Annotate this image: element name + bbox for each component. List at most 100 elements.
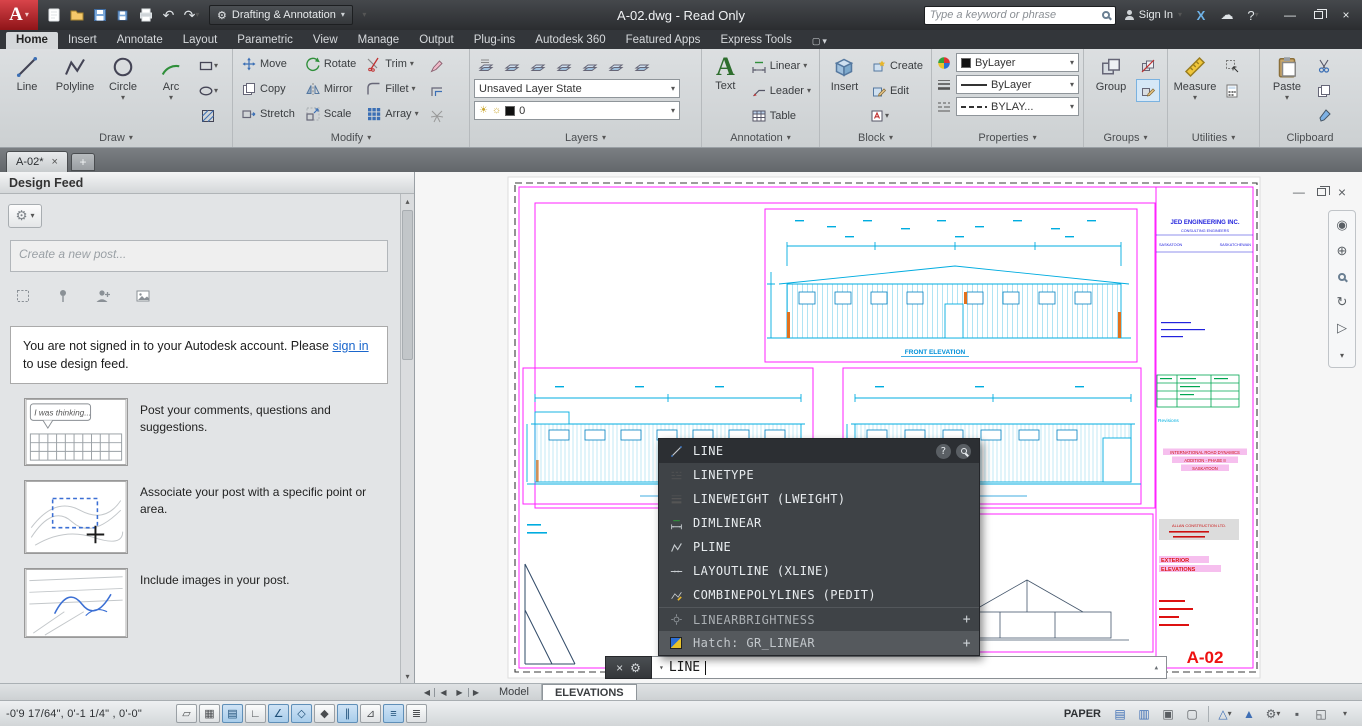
- osnap-toggle[interactable]: ◇: [291, 704, 312, 723]
- zoom-button[interactable]: [1338, 269, 1346, 284]
- drawing-area[interactable]: FRONT ELEVATION: [415, 172, 1362, 683]
- polar-toggle[interactable]: ∠: [268, 704, 289, 723]
- osnap3d-toggle[interactable]: ◆: [314, 704, 335, 723]
- marquee-tool-button[interactable]: [10, 284, 36, 308]
- restore-button[interactable]: [1304, 3, 1332, 27]
- quick-select-button[interactable]: [1220, 54, 1244, 77]
- quick-view-drawings-button[interactable]: ▢: [1181, 704, 1203, 723]
- open-button[interactable]: [65, 4, 88, 26]
- rectangle-button[interactable]: ▾: [196, 54, 220, 77]
- new-post-input[interactable]: Create a new post...: [10, 240, 388, 272]
- tab-insert[interactable]: Insert: [58, 32, 107, 49]
- feed-settings-button[interactable]: ⚙ ▾: [8, 204, 42, 228]
- annotation-visibility-button[interactable]: ▲: [1238, 704, 1260, 723]
- cut-button[interactable]: [1312, 54, 1336, 77]
- next-layout-button[interactable]: ▶: [452, 688, 467, 697]
- minimize-button[interactable]: —: [1276, 3, 1304, 27]
- block-attributes-button[interactable]: ▾: [867, 104, 891, 127]
- last-layout-button[interactable]: ▶: [468, 688, 483, 697]
- tab-featured-apps[interactable]: Featured Apps: [616, 32, 711, 49]
- signin-button[interactable]: Sign In ▾: [1120, 9, 1186, 21]
- history-up-icon[interactable]: ▴: [1154, 663, 1159, 673]
- lineweight-toggle[interactable]: ≣: [406, 704, 427, 723]
- layer-lock-button[interactable]: [604, 53, 628, 76]
- suggestion-dimlinear[interactable]: DIMLINEAR: [659, 511, 979, 535]
- panel-label-annotation[interactable]: Annotation▾: [702, 129, 819, 147]
- command-line-grip[interactable]: × ⚙: [605, 656, 652, 679]
- suggestion-hatch-gr-linear[interactable]: Hatch: GR_LINEAR +: [659, 631, 979, 655]
- help-button[interactable]: ?▾: [1242, 4, 1264, 26]
- new-button[interactable]: [42, 4, 65, 26]
- signin-link[interactable]: sign in: [332, 339, 368, 353]
- scroll-up-icon[interactable]: ▴: [401, 194, 414, 208]
- ducs-toggle[interactable]: ⊿: [360, 704, 381, 723]
- tab-annotate[interactable]: Annotate: [107, 32, 173, 49]
- expand-icon[interactable]: +: [963, 636, 971, 651]
- fillet-button[interactable]: Fillet▾: [362, 77, 422, 100]
- file-tab-a02[interactable]: A-02* ×: [6, 151, 68, 172]
- scrollbar-thumb[interactable]: [402, 210, 413, 360]
- steering-wheel-button[interactable]: ◉: [1336, 217, 1347, 233]
- close-tab-icon[interactable]: ×: [52, 156, 58, 168]
- polyline-button[interactable]: Polyline: [52, 52, 98, 129]
- help-icon[interactable]: ?: [936, 444, 951, 459]
- circle-button[interactable]: Circle▾: [100, 52, 146, 129]
- copy-clip-button[interactable]: [1312, 79, 1336, 102]
- ribbon-display-toggle[interactable]: ▢▾: [812, 36, 827, 49]
- tab-output[interactable]: Output: [409, 32, 464, 49]
- layer-state-dropdown[interactable]: Unsaved Layer State ▾: [474, 79, 680, 98]
- doc-restore-button[interactable]: [1317, 188, 1326, 196]
- edit-block-button[interactable]: Edit: [867, 79, 927, 102]
- customize-icon[interactable]: ⚙: [630, 661, 641, 675]
- ortho-toggle[interactable]: ∟: [245, 704, 266, 723]
- doc-minimize-button[interactable]: —: [1293, 185, 1305, 199]
- measure-button[interactable]: Measure▾: [1172, 52, 1218, 129]
- object-color-dropdown[interactable]: ByLayer▾: [956, 53, 1079, 72]
- workspace-switcher[interactable]: ⚙ Drafting & Annotation ▾: [209, 5, 353, 25]
- stretch-button[interactable]: Stretch: [237, 102, 299, 125]
- leader-button[interactable]: Leader▾: [747, 79, 815, 102]
- command-input[interactable]: ▾ LINE ▴: [652, 656, 1167, 679]
- tab-view[interactable]: View: [303, 32, 348, 49]
- scale-button[interactable]: Scale: [301, 102, 360, 125]
- suggestion-linearbrightness[interactable]: LINEARBRIGHTNESS +: [659, 607, 979, 631]
- panel-label-block[interactable]: Block▾: [820, 129, 931, 147]
- pin-tool-button[interactable]: [50, 284, 76, 308]
- tab-express-tools[interactable]: Express Tools: [710, 32, 801, 49]
- doc-close-button[interactable]: ×: [1338, 184, 1346, 200]
- recent-commands-icon[interactable]: ▾: [659, 664, 664, 672]
- tab-autodesk360[interactable]: Autodesk 360: [525, 32, 615, 49]
- layer-dropdown[interactable]: ☀ ☼ 0 ▾: [474, 101, 680, 120]
- save-button[interactable]: [88, 4, 111, 26]
- orbit-button[interactable]: ↻: [1337, 294, 1348, 310]
- autodesk360-button[interactable]: ☁: [1216, 4, 1238, 26]
- clean-screen-button[interactable]: ◱: [1310, 704, 1332, 723]
- tab-layout[interactable]: Layout: [173, 32, 228, 49]
- qat-menu-button[interactable]: ▾: [353, 4, 376, 26]
- attach-image-button[interactable]: [130, 284, 156, 308]
- otrack-toggle[interactable]: ∥: [337, 704, 358, 723]
- suggestion-linetype[interactable]: LINETYPE: [659, 463, 979, 487]
- exchange-apps-button[interactable]: X: [1190, 4, 1212, 26]
- palette-scrollbar[interactable]: ▴ ▾: [400, 194, 414, 683]
- redo-button[interactable]: ↷▾: [180, 4, 203, 26]
- undo-button[interactable]: ↶: [157, 4, 180, 26]
- array-button[interactable]: Array▾: [362, 102, 422, 125]
- search-help-icon[interactable]: [956, 444, 971, 459]
- workspace-switch-button[interactable]: ⚙▾: [1262, 704, 1284, 723]
- tag-person-button[interactable]: [90, 284, 116, 308]
- scroll-down-icon[interactable]: ▾: [401, 669, 414, 683]
- annotation-scale-button[interactable]: △▾: [1214, 704, 1236, 723]
- match-properties-button[interactable]: [1312, 104, 1336, 127]
- layer-match-button[interactable]: [630, 53, 654, 76]
- tab-manage[interactable]: Manage: [348, 32, 410, 49]
- move-button[interactable]: Move: [237, 52, 299, 75]
- quick-calc-button[interactable]: [1220, 79, 1244, 102]
- infer-constraints-toggle[interactable]: ▱: [176, 704, 197, 723]
- quick-view-layouts-button[interactable]: ▣: [1157, 704, 1179, 723]
- save-as-button[interactable]: [111, 4, 134, 26]
- text-button[interactable]: AText: [706, 52, 745, 129]
- ungroup-button[interactable]: [1136, 54, 1160, 77]
- explode-button[interactable]: [425, 104, 449, 127]
- panel-label-layers[interactable]: Layers▾: [470, 129, 701, 147]
